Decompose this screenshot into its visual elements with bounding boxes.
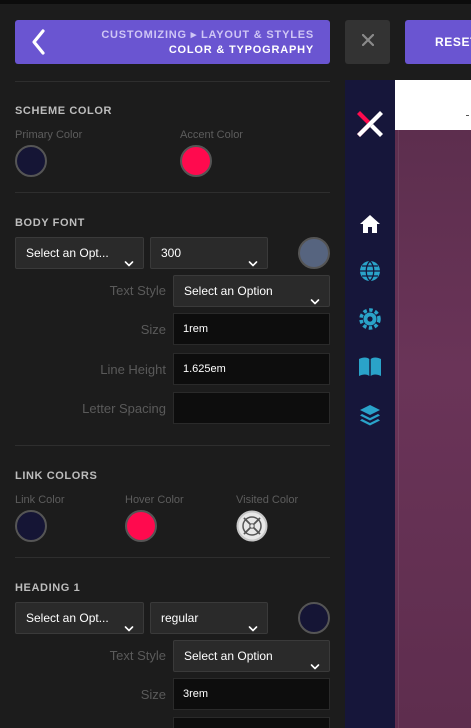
body-font-weight-select[interactable]: 300 xyxy=(150,237,268,269)
heading1-size-label: Size xyxy=(140,687,166,702)
layers-icon[interactable] xyxy=(357,402,383,428)
preview-bar-dot xyxy=(466,115,469,116)
heading1-font-weight-select[interactable]: regular xyxy=(150,602,268,634)
body-font-family-value: Select an Opt... xyxy=(26,246,109,260)
body-letter-spacing-label: Letter Spacing xyxy=(82,401,166,416)
link-color-label: Link Color xyxy=(15,494,65,506)
site-preview xyxy=(345,80,471,728)
accent-color-label: Accent Color xyxy=(180,129,243,141)
breadcrumb-current: COLOR & TYPOGRAPHY xyxy=(168,44,314,56)
section-title-link-colors: LINK COLORS xyxy=(15,470,98,482)
settings-panel: SCHEME COLOR Primary Color Accent Color … xyxy=(0,80,345,728)
body-size-label: Size xyxy=(140,322,166,337)
body-text-style-select[interactable]: Select an Option xyxy=(173,275,330,307)
book-icon[interactable] xyxy=(357,354,383,380)
heading1-font-color-swatch[interactable] xyxy=(298,602,330,634)
preview-divider-line xyxy=(398,130,399,728)
close-icon xyxy=(361,33,374,51)
top-strip xyxy=(0,0,471,4)
body-font-family-select[interactable]: Select an Opt... xyxy=(15,237,144,269)
chevron-down-icon xyxy=(124,614,134,633)
heading1-line-height-input[interactable] xyxy=(173,717,330,728)
reset-button-label: RESET xyxy=(435,35,471,49)
body-line-height-label: Line Height xyxy=(100,362,166,377)
body-letter-spacing-input[interactable] xyxy=(173,392,330,424)
divider xyxy=(15,81,330,82)
preview-sidebar xyxy=(345,80,395,728)
body-line-height-input[interactable]: 1.625em xyxy=(173,353,330,385)
preview-hero-image xyxy=(395,80,471,728)
customizer-header: CUSTOMIZING ▸ LAYOUT & STYLES COLOR & TY… xyxy=(0,0,471,80)
chevron-down-icon xyxy=(124,249,134,268)
divider xyxy=(15,192,330,193)
chevron-down-icon xyxy=(310,652,320,671)
body-font-color-swatch[interactable] xyxy=(298,237,330,269)
breadcrumb-path: CUSTOMIZING ▸ LAYOUT & STYLES xyxy=(101,29,314,41)
heading1-text-style-value: Select an Option xyxy=(184,649,273,663)
preview-top-bar xyxy=(395,80,471,130)
body-font-weight-value: 300 xyxy=(161,246,182,260)
heading1-font-family-select[interactable]: Select an Opt... xyxy=(15,602,144,634)
primary-color-swatch[interactable] xyxy=(15,145,47,177)
body-size-input[interactable]: 1rem xyxy=(173,313,330,345)
chevron-down-icon xyxy=(248,249,258,268)
divider xyxy=(15,557,330,558)
customizer-screen: CUSTOMIZING ▸ LAYOUT & STYLES COLOR & TY… xyxy=(0,0,471,728)
section-title-scheme-color: SCHEME COLOR xyxy=(15,105,113,117)
visited-color-swatch[interactable] xyxy=(236,510,268,542)
heading1-font-family-value: Select an Opt... xyxy=(26,611,109,625)
back-breadcrumb-button[interactable]: CUSTOMIZING ▸ LAYOUT & STYLES COLOR & TY… xyxy=(15,20,330,64)
chevron-down-icon xyxy=(310,287,320,306)
heading1-size-input[interactable]: 3rem xyxy=(173,678,330,710)
home-icon[interactable] xyxy=(357,211,383,237)
section-title-body-font: BODY FONT xyxy=(15,217,85,229)
hover-color-label: Hover Color xyxy=(125,494,184,506)
primary-color-label: Primary Color xyxy=(15,129,83,141)
link-color-swatch[interactable] xyxy=(15,510,47,542)
close-button[interactable] xyxy=(345,20,390,64)
divider xyxy=(15,445,330,446)
heading1-text-style-select[interactable]: Select an Option xyxy=(173,640,330,672)
body-text-style-value: Select an Option xyxy=(184,284,273,298)
brand-logo-icon[interactable] xyxy=(354,108,386,140)
chevron-left-icon xyxy=(29,27,49,57)
chevron-down-icon xyxy=(248,614,258,633)
heading1-text-style-label: Text Style xyxy=(109,648,166,663)
cleared-swatch-icon xyxy=(236,510,268,546)
body-text-style-label: Text Style xyxy=(109,283,166,298)
gear-icon[interactable] xyxy=(357,306,383,332)
globe-icon[interactable] xyxy=(357,258,383,284)
visited-color-label: Visited Color xyxy=(236,494,299,506)
reset-button[interactable]: RESET xyxy=(405,20,471,64)
accent-color-swatch[interactable] xyxy=(180,145,212,177)
heading1-font-weight-value: regular xyxy=(161,611,199,625)
hover-color-swatch[interactable] xyxy=(125,510,157,542)
section-title-heading-1: HEADING 1 xyxy=(15,582,81,594)
